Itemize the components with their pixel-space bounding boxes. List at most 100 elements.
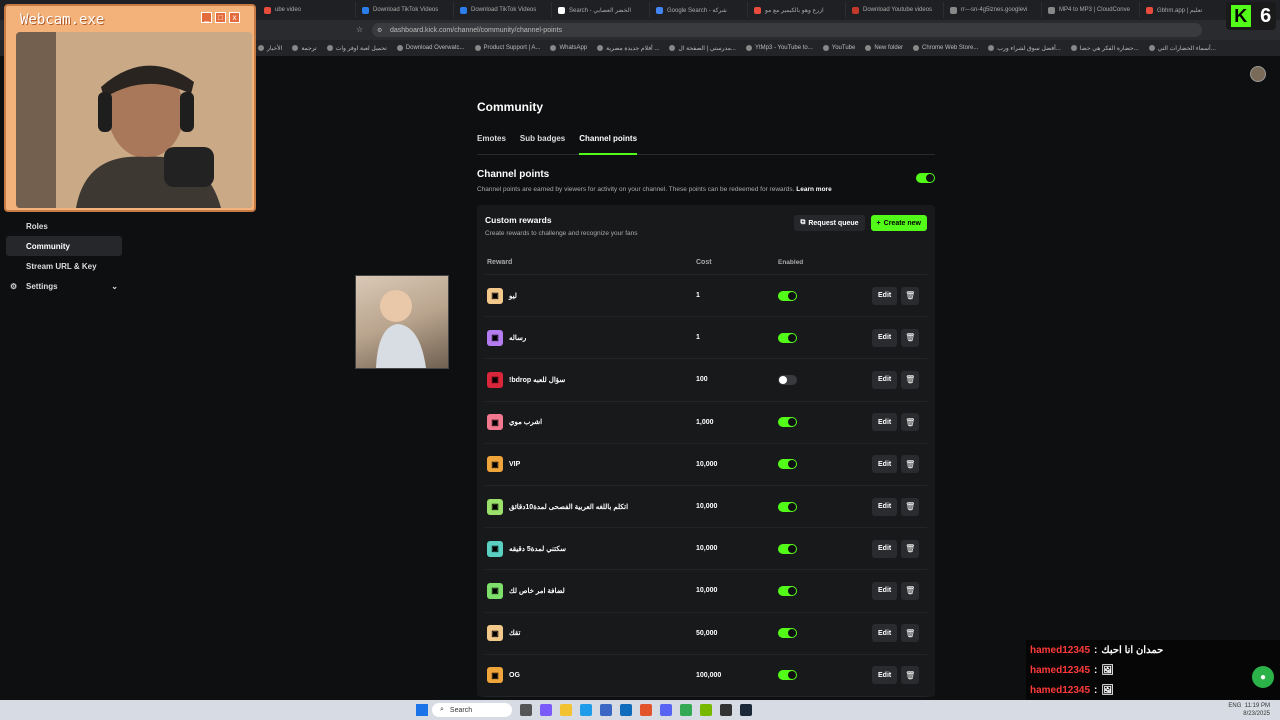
sidebar-item-settings[interactable]: ⚙ Settings ⌄: [6, 276, 122, 296]
tab-title: Search - الخضر العصابي: [569, 7, 631, 14]
browser-tab[interactable]: Download Youtube videos: [846, 2, 944, 18]
bookmark-favicon-icon: [597, 45, 604, 51]
outlook-icon[interactable]: [620, 704, 632, 716]
bookmark-label: New folder: [874, 45, 904, 51]
star-icon[interactable]: ☆: [356, 25, 363, 34]
edit-button[interactable]: Edit: [872, 328, 898, 347]
sidebar-item-roles[interactable]: Roles: [6, 216, 122, 236]
bookmark-item[interactable]: Download Overwatc...: [396, 45, 465, 51]
trash-icon[interactable]: 🗑: [901, 539, 920, 558]
trash-icon[interactable]: 🗑: [901, 624, 920, 643]
trash-icon[interactable]: 🗑: [901, 666, 920, 685]
reward-enabled-toggle[interactable]: [778, 374, 797, 385]
trash-icon[interactable]: 🗑: [901, 370, 920, 389]
reward-enabled-toggle[interactable]: [778, 417, 797, 428]
bookmark-item[interactable]: الأخبار: [258, 45, 282, 52]
tab-title: ازرع وهو بالكيمير مع مو: [765, 7, 824, 14]
windows-start-icon[interactable]: [416, 704, 428, 716]
explorer-icon[interactable]: [560, 704, 572, 716]
taskbar-search[interactable]: ⌕ Search: [432, 703, 512, 717]
tab-channel-points[interactable]: Channel points: [579, 134, 638, 155]
bookmark-item[interactable]: تحميل لعبة اوفر وات: [326, 45, 387, 52]
bookmark-item[interactable]: YouTube: [822, 45, 855, 51]
browser-tab[interactable]: Download TikTok Videos: [356, 2, 454, 18]
obs-icon[interactable]: [720, 704, 732, 716]
language-indicator[interactable]: ENG: [1228, 703, 1241, 709]
table-row: ▣ لضافة امر خاص لك 10,000 Edit 🗑: [485, 570, 927, 613]
table-row: ▣ اتكلم باللغه العربية الفصحى لمدة10دقائ…: [485, 486, 927, 529]
create-new-button[interactable]: + Create new: [870, 215, 927, 231]
edge-icon[interactable]: [580, 704, 592, 716]
reward-enabled-toggle[interactable]: [778, 290, 797, 301]
browser-tab[interactable]: Google Search - شركة: [650, 2, 748, 18]
bookmark-item[interactable]: ترجمة: [292, 45, 317, 52]
edit-button[interactable]: Edit: [872, 666, 898, 685]
url-input[interactable]: ⚙ dashboard.kick.com/channel/community/ch…: [372, 23, 1202, 37]
user-avatar[interactable]: [1250, 66, 1266, 82]
reward-enabled-toggle[interactable]: [778, 628, 797, 639]
bookmark-item[interactable]: أسماء الحضارات التي...: [1148, 45, 1216, 52]
bookmark-item[interactable]: Chrome Web Store...: [913, 45, 978, 51]
tab-title: MP4 to MP3 | CloudConve: [1059, 7, 1130, 13]
trash-icon[interactable]: 🗑: [901, 413, 920, 432]
reward-actions: Edit 🗑: [872, 581, 920, 600]
discord-icon[interactable]: [660, 704, 672, 716]
brave-icon[interactable]: [640, 704, 652, 716]
reward-enabled-toggle[interactable]: [778, 670, 797, 681]
reward-enabled-toggle[interactable]: [778, 585, 797, 596]
edit-button[interactable]: Edit: [872, 455, 898, 474]
chevron-down-icon: ⌄: [111, 281, 118, 291]
browser-tab[interactable]: rr---sn-4g5lznes.googlevi: [944, 2, 1042, 18]
browser-tab[interactable]: ube video: [258, 2, 356, 18]
bookmark-item[interactable]: أفلام جديدة مصرية ...: [597, 45, 659, 52]
browser-tab[interactable]: ازرع وهو بالكيمير مع مو: [748, 2, 846, 18]
channel-points-toggle[interactable]: [916, 173, 935, 183]
trash-icon[interactable]: 🗑: [901, 455, 920, 474]
reward-enabled-toggle[interactable]: [778, 543, 797, 554]
chrome-icon[interactable]: [680, 704, 692, 716]
bookmark-item[interactable]: YtMp3 - YouTube to...: [745, 45, 813, 51]
edit-button[interactable]: Edit: [872, 581, 898, 600]
bookmark-favicon-icon: [1148, 45, 1155, 51]
browser-tab[interactable]: MP4 to MP3 | CloudConve: [1042, 2, 1140, 18]
bookmark-item[interactable]: WhatsApp: [550, 45, 587, 51]
taskview-icon[interactable]: [520, 704, 532, 716]
edit-button[interactable]: Edit: [872, 286, 898, 305]
browser-tab[interactable]: Gbhm.app | تعليم: [1140, 2, 1238, 18]
bookmark-item[interactable]: Product Support | A...: [474, 45, 540, 51]
tab-sub-badges[interactable]: Sub badges: [520, 134, 565, 155]
edit-button[interactable]: Edit: [872, 370, 898, 389]
chat-message: hamed12345: 🖼: [1026, 660, 1280, 680]
table-row: ▣ رساله 1 Edit 🗑: [485, 317, 927, 360]
browser-tab[interactable]: Download TikTok Videos: [454, 2, 552, 18]
sidebar-item-community[interactable]: Community: [6, 236, 122, 256]
request-queue-button[interactable]: ⧉ Request queue: [794, 215, 865, 231]
store-icon[interactable]: [600, 704, 612, 716]
steam-icon[interactable]: [740, 704, 752, 716]
reward-enabled-toggle[interactable]: [778, 459, 797, 470]
trash-icon[interactable]: 🗑: [901, 328, 920, 347]
browser-tab[interactable]: Search - الخضر العصابي: [552, 2, 650, 18]
bookmark-item[interactable]: حضارة الفكر هي حضا...: [1070, 45, 1139, 52]
copilot-icon[interactable]: [540, 704, 552, 716]
edit-button[interactable]: Edit: [872, 539, 898, 558]
chat-username: hamed12345: [1030, 644, 1091, 656]
trash-icon[interactable]: 🗑: [901, 497, 920, 516]
reward-name: سكتني لمدة5 دقيقه: [509, 545, 566, 553]
edit-button[interactable]: Edit: [872, 624, 898, 643]
reward-enabled-toggle[interactable]: [778, 332, 797, 343]
trash-icon[interactable]: 🗑: [901, 581, 920, 600]
edit-button[interactable]: Edit: [872, 497, 898, 516]
trash-icon[interactable]: 🗑: [901, 286, 920, 305]
sidebar-item-stream-url[interactable]: Stream URL & Key: [6, 256, 122, 276]
edit-button[interactable]: Edit: [872, 413, 898, 432]
learn-more-link[interactable]: Learn more: [796, 186, 831, 193]
chat-message: hamed12345: 🖼: [1026, 680, 1280, 700]
reward-enabled-toggle[interactable]: [778, 501, 797, 512]
tab-emotes[interactable]: Emotes: [477, 134, 506, 155]
baby-gif-overlay: [355, 275, 449, 369]
nvidia-icon[interactable]: [700, 704, 712, 716]
bookmark-item[interactable]: New folder: [865, 45, 903, 51]
bookmark-item[interactable]: مدرستي | الصفحة ال...: [669, 45, 736, 52]
bookmark-item[interactable]: أفضل سوق لشراء ورب...: [988, 45, 1061, 52]
